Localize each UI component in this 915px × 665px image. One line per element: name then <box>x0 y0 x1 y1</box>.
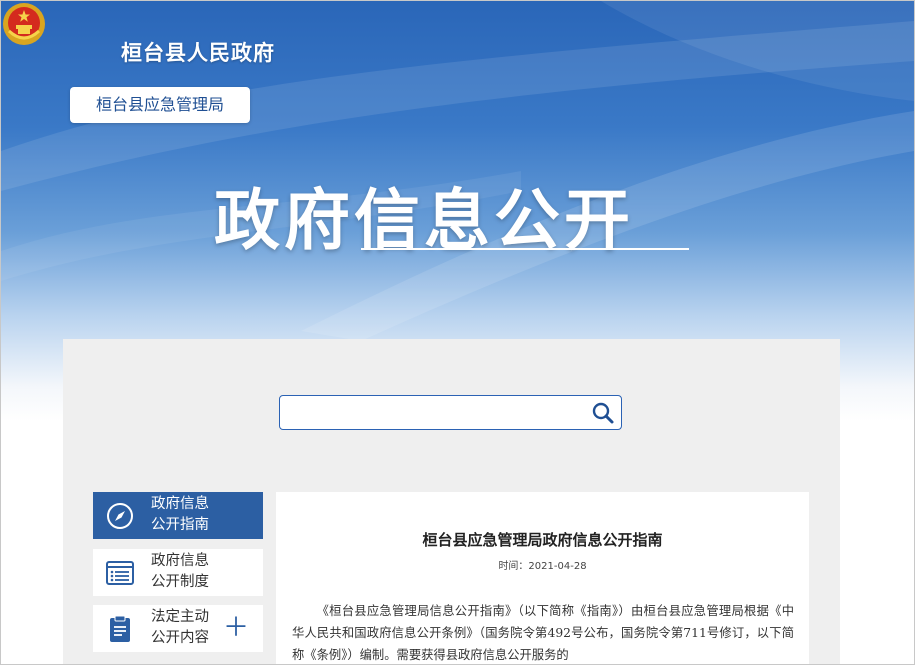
article-content: 桓台县应急管理局政府信息公开指南 时间：2021-04-28 《桓台县应急管理局… <box>276 492 809 664</box>
search-input[interactable] <box>286 400 590 427</box>
expand-plus-icon[interactable]: ＋ <box>223 613 249 643</box>
page-frame: 桓台县人民政府 桓台县应急管理局 政府信息公开 政府信息公开指南 政府信息公开制… <box>0 0 915 665</box>
government-name[interactable]: 桓台县人民政府 <box>121 37 275 67</box>
list-icon <box>106 561 134 585</box>
article-date: 时间：2021-04-28 <box>498 561 587 572</box>
hero-underline <box>361 248 689 250</box>
sidebar-item-system[interactable]: 政府信息公开制度 <box>93 549 263 596</box>
sidebar-item-statutory-content[interactable]: 法定主动公开内容 ＋ <box>93 605 263 652</box>
search-box <box>279 395 622 430</box>
article-title: 桓台县应急管理局政府信息公开指南 <box>422 531 663 549</box>
department-name-badge[interactable]: 桓台县应急管理局 <box>70 87 250 123</box>
article-body: 《桓台县应急管理局信息公开指南》（以下简称《指南》）由桓台县应急管理局根据《中华… <box>292 604 794 662</box>
sidebar-item-label: 政府信息公开制度 <box>151 553 209 590</box>
national-emblem-icon <box>3 3 45 45</box>
sidebar-item-label: 政府信息公开指南 <box>151 496 209 533</box>
sidebar-item-label: 法定主动公开内容 <box>151 609 209 646</box>
clipboard-icon <box>110 615 130 642</box>
search-icon[interactable] <box>591 401 615 425</box>
sidebar-item-guide[interactable]: 政府信息公开指南 <box>93 492 263 539</box>
compass-icon <box>107 503 133 529</box>
